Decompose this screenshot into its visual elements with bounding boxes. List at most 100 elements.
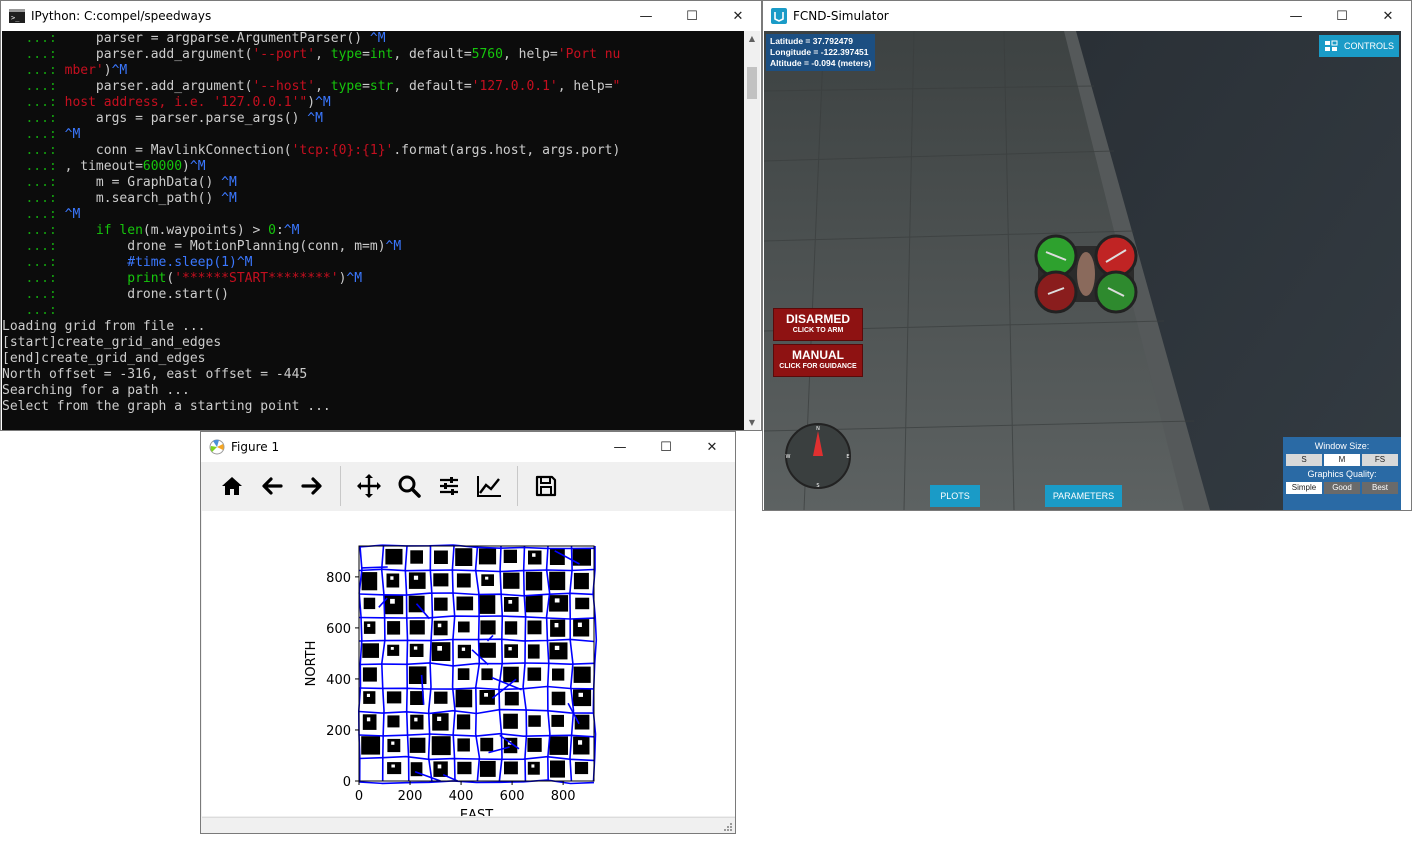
x-tick-label: 800 — [551, 789, 576, 804]
console-text: , default= — [393, 47, 472, 62]
graphics-quality-selector[interactable]: Simple Good Best — [1283, 482, 1401, 494]
home-icon[interactable] — [212, 466, 252, 506]
scroll-up-icon[interactable]: ▲ — [744, 31, 760, 47]
console-text: ...: — [2, 31, 65, 46]
pan-icon[interactable] — [349, 466, 389, 506]
free-gap — [508, 647, 512, 651]
save-icon[interactable] — [526, 466, 566, 506]
close-button[interactable]: ✕ — [715, 1, 761, 31]
minimize-button[interactable]: — — [1273, 1, 1319, 31]
plots-button[interactable]: PLOTS — [930, 485, 980, 507]
console-text: ...: — [2, 175, 65, 190]
disarmed-label: DISARMED — [785, 312, 850, 326]
console-text: ...: — [2, 111, 65, 126]
console-line: ...: ^M — [2, 207, 745, 223]
parameters-button[interactable]: PARAMETERS — [1045, 485, 1122, 507]
obstacle-block — [387, 621, 401, 635]
console-text: ^M — [221, 175, 237, 190]
console-line: ...: parser = argparse.ArgumentParser() … — [2, 31, 745, 47]
console-text: ^M — [64, 207, 81, 222]
console-text: , help= — [557, 79, 613, 94]
graphics-quality-label: Graphics Quality: — [1307, 469, 1377, 479]
obstacle-block — [504, 691, 519, 706]
simulator-titlebar[interactable]: FCND-Simulator — ☐ ✕ — [763, 1, 1411, 31]
console-scrollbar[interactable]: ▲ ▼ — [744, 31, 760, 430]
console-output[interactable]: ...: parser = argparse.ArgumentParser() … — [2, 31, 745, 430]
click-to-arm-label: CLICK TO ARM — [792, 327, 844, 334]
edit-axis-icon[interactable] — [469, 466, 509, 506]
option-s[interactable]: S — [1286, 454, 1322, 466]
close-button[interactable]: ✕ — [1365, 1, 1411, 31]
console-line: North offset = -316, east offset = -445 — [2, 367, 745, 383]
obstacle-block — [549, 736, 568, 755]
console-text: ...: — [2, 143, 65, 158]
grid-plot[interactable]: 0 200 400 600 800 0 200 400 600 800 EAST NORTH — [202, 511, 735, 816]
console-text: ...: — [2, 223, 65, 238]
console-line: Select from the graph a starting point .… — [2, 399, 745, 415]
console-text: ...: — [2, 255, 65, 270]
obstacle-block — [527, 761, 540, 775]
ipython-titlebar[interactable]: >_ IPython: C:compel/speedways — ☐ ✕ — [1, 1, 761, 31]
obstacle-block — [527, 667, 542, 681]
console-line: ...: , timeout=60000)^M — [2, 159, 745, 175]
zoom-icon[interactable] — [389, 466, 429, 506]
minimize-button[interactable]: — — [623, 1, 669, 31]
scroll-thumb[interactable] — [747, 67, 757, 99]
free-gap — [461, 647, 466, 651]
option-good[interactable]: Good — [1324, 482, 1360, 494]
obstacle-block — [384, 595, 404, 615]
resize-grip-icon[interactable] — [723, 822, 733, 832]
console-line: [start]create_grid_and_edges — [2, 335, 745, 351]
obstacle-block — [504, 621, 518, 635]
obstacle-block — [457, 668, 470, 680]
free-gap — [437, 716, 442, 721]
maximize-button[interactable]: ☐ — [643, 432, 689, 462]
obstacle-block — [481, 574, 494, 586]
configure-subplots-icon[interactable] — [429, 466, 469, 506]
maximize-button[interactable]: ☐ — [669, 1, 715, 31]
minimize-button[interactable]: — — [597, 432, 643, 462]
obstacle-block — [387, 738, 401, 753]
option-m[interactable]: M — [1324, 454, 1360, 466]
console-text: , default= — [393, 79, 472, 94]
option-fs[interactable]: FS — [1362, 454, 1398, 466]
free-gap — [554, 623, 559, 628]
y-axis-label: NORTH — [304, 641, 319, 687]
console-text: , timeout= — [64, 159, 143, 174]
option-simple[interactable]: Simple — [1286, 482, 1322, 494]
obstacle-block — [408, 572, 426, 589]
obstacle-block — [433, 761, 448, 777]
simulator-viewport[interactable]: Latitude = 37.792479 Longitude = -122.39… — [764, 31, 1401, 510]
disarmed-button[interactable]: DISARMED CLICK TO ARM — [773, 308, 863, 341]
close-button[interactable]: ✕ — [689, 432, 735, 462]
toolbar-separator — [517, 466, 518, 506]
manual-button[interactable]: MANUAL CLICK FOR GUIDANCE — [773, 344, 863, 377]
console-text: 60000 — [142, 159, 183, 174]
controls-button[interactable]: CONTROLS — [1319, 35, 1399, 57]
window-size-selector[interactable]: S M FS — [1283, 454, 1401, 466]
free-gap — [390, 576, 394, 580]
back-arrow-icon[interactable] — [252, 466, 292, 506]
console-text: type — [330, 79, 363, 94]
console-text: len — [119, 223, 143, 238]
obstacle-block — [434, 550, 448, 564]
obstacle-block — [386, 573, 400, 588]
console-text: [end]create_grid_and_edges — [2, 351, 206, 366]
console-text: ...: — [2, 63, 65, 78]
obstacle-block — [362, 643, 379, 658]
obstacle-block — [457, 644, 471, 659]
console-text: '******START********' — [174, 271, 339, 286]
forward-arrow-icon[interactable] — [292, 466, 332, 506]
console-text: ...: — [2, 95, 65, 110]
console-text: print — [64, 271, 167, 286]
maximize-button[interactable]: ☐ — [1319, 1, 1365, 31]
figure-canvas[interactable]: 0 200 400 600 800 0 200 400 600 800 EAST NORTH — [202, 511, 735, 816]
console-text: m.search_path() — [64, 191, 222, 206]
option-best[interactable]: Best — [1362, 482, 1398, 494]
obstacle-block — [456, 573, 471, 588]
latitude-text: Latitude = 37.792479 — [770, 36, 853, 46]
obstacle-block — [456, 714, 471, 730]
scroll-down-icon[interactable]: ▼ — [744, 415, 760, 430]
figure-titlebar[interactable]: Figure 1 — ☐ ✕ — [201, 432, 735, 462]
console-text: ^M — [315, 95, 331, 110]
